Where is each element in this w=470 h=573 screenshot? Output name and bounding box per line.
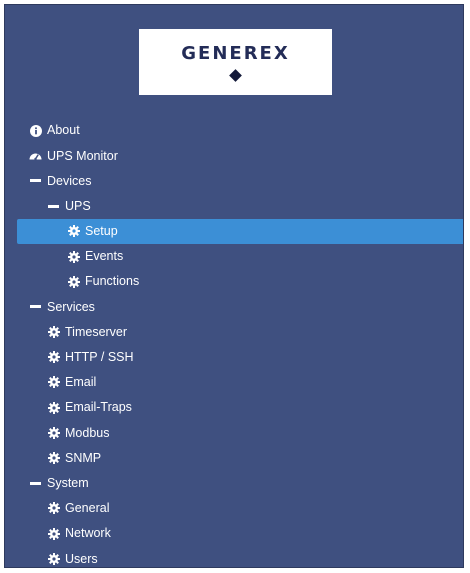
nav-item-functions[interactable]: Functions [5, 269, 463, 294]
nav-item-label: Events [85, 249, 124, 264]
generex-logo[interactable]: GENEREX [139, 29, 332, 95]
gear-icon [47, 351, 60, 364]
minus-icon [29, 174, 42, 187]
nav-item-label: HTTP / SSH [65, 350, 134, 365]
nav-item-about[interactable]: About [5, 118, 463, 143]
dashboard-icon [29, 149, 42, 162]
gear-icon [47, 527, 60, 540]
nav-item-email-traps[interactable]: Email-Traps [5, 395, 463, 420]
sidebar-nav: About UPS Monitor Devices UPS Setup Even… [5, 118, 463, 567]
nav-item-events[interactable]: Events [5, 244, 463, 269]
gear-icon [47, 376, 60, 389]
nav-item-network[interactable]: Network [5, 521, 463, 546]
nav-item-label: Timeserver [65, 324, 128, 339]
gear-icon [67, 275, 80, 288]
logo-text: GENEREX [181, 43, 290, 64]
nav-item-label: About [47, 123, 80, 138]
nav-item-label: Setup [85, 224, 118, 239]
nav-item-general[interactable]: General [5, 496, 463, 521]
gear-icon [67, 225, 80, 238]
nav-item-services[interactable]: Services [5, 294, 463, 319]
nav-item-users[interactable]: Users [5, 546, 463, 567]
gear-icon [47, 452, 60, 465]
minus-icon [47, 200, 60, 213]
nav-item-ups[interactable]: UPS [5, 194, 463, 219]
nav-item-snmp[interactable]: SNMP [5, 445, 463, 470]
gear-icon [47, 401, 60, 414]
nav-item-label: Email-Traps [65, 400, 132, 415]
nav-item-label: General [65, 501, 110, 516]
nav-item-system[interactable]: System [5, 471, 463, 496]
gear-icon [47, 502, 60, 515]
nav-item-label: Network [65, 526, 111, 541]
nav-item-label: UPS [65, 198, 91, 213]
nav-item-http-ssh[interactable]: HTTP / SSH [5, 345, 463, 370]
minus-icon [29, 477, 42, 490]
nav-item-setup[interactable]: Setup [17, 218, 463, 244]
info-icon [29, 124, 42, 137]
nav-item-label: SNMP [65, 450, 102, 465]
gear-icon [47, 552, 60, 565]
nav-item-timeserver[interactable]: Timeserver [5, 320, 463, 345]
nav-item-label: Devices [47, 173, 92, 188]
nav-item-label: UPS Monitor [47, 148, 118, 163]
nav-item-label: Email [65, 375, 97, 390]
nav-item-label: Modbus [65, 425, 110, 440]
nav-item-label: Functions [85, 274, 140, 289]
nav-item-label: System [47, 475, 89, 490]
nav-item-ups-monitor[interactable]: UPS Monitor [5, 143, 463, 168]
gear-icon [67, 250, 80, 263]
minus-icon [29, 300, 42, 313]
nav-item-label: Users [65, 551, 98, 566]
nav-item-devices[interactable]: Devices [5, 168, 463, 193]
logo-diamond-icon [229, 69, 242, 82]
nav-item-modbus[interactable]: Modbus [5, 420, 463, 445]
nav-item-email[interactable]: Email [5, 370, 463, 395]
nav-item-label: Services [47, 299, 95, 314]
gear-icon [47, 326, 60, 339]
sidebar-panel: GENEREX About UPS Monitor Devices UPS Se… [4, 4, 464, 568]
gear-icon [47, 426, 60, 439]
